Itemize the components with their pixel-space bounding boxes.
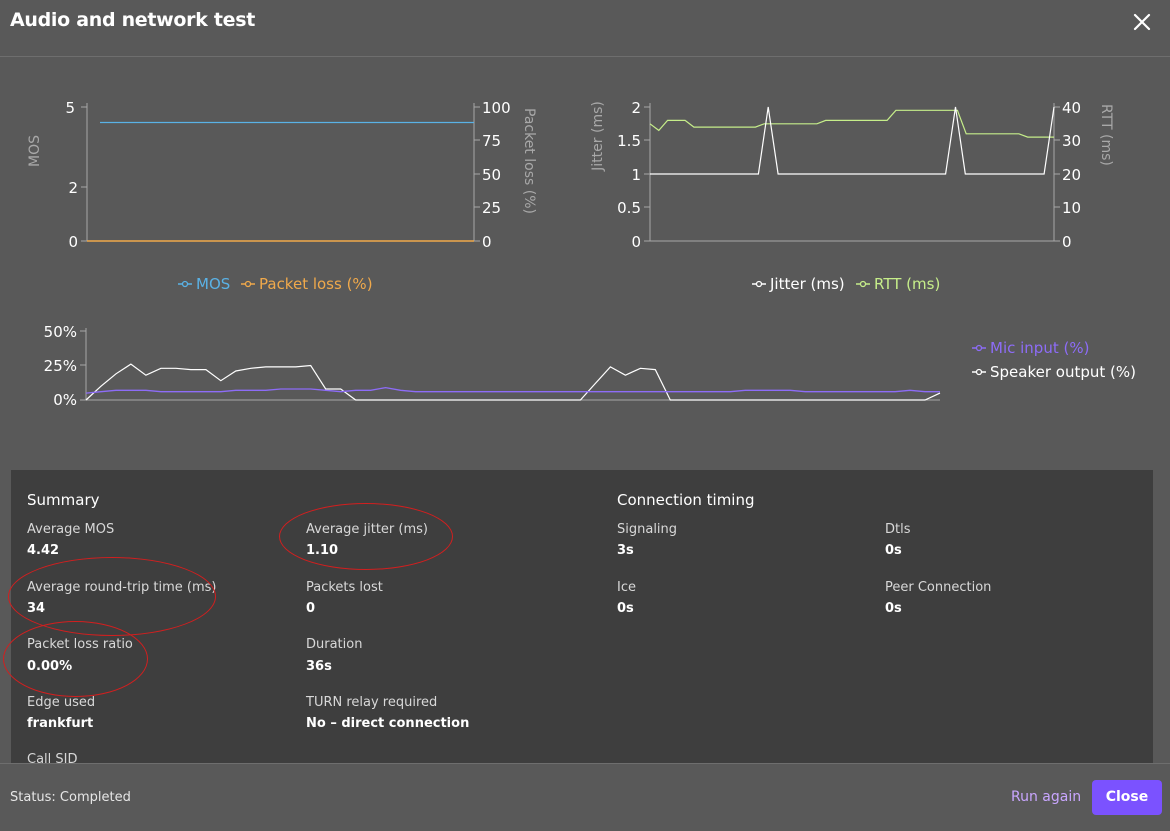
packet-loss-tick-label: 0 (482, 233, 492, 251)
ice-value: 0s (617, 601, 634, 616)
run-again-button[interactable]: Run again (1011, 789, 1081, 805)
duration-label: Duration (306, 637, 363, 652)
rtt-series-line (649, 109, 1054, 138)
annotation-ellipse-loss (3, 621, 148, 697)
avg-mos-value: 4.42 (27, 543, 60, 558)
audio-y-ticks: 50% 25% 0% (44, 323, 86, 409)
mos-chart: 5 2 0 100 75 50 25 0 MOS Packet loss (%)… (27, 99, 537, 293)
audio-tick-label: 25% (44, 357, 77, 375)
speaker-series-line (85, 363, 941, 401)
annotation-ellipse-rtt (8, 557, 216, 636)
avg-mos-label: Average MOS (27, 522, 115, 537)
duration-value: 36s (306, 659, 332, 674)
legend-jitter[interactable]: Jitter (ms) (769, 275, 845, 293)
rtt-axis-label: RTT (ms) (1098, 104, 1114, 166)
audio-tick-label: 0% (53, 391, 77, 409)
rtt-tick-label: 20 (1062, 166, 1081, 184)
packet-loss-tick-label: 100 (482, 99, 511, 117)
packet-loss-y-ticks: 100 75 50 25 0 (474, 99, 511, 251)
connection-timing-title: Connection timing (617, 491, 755, 509)
status-text: Status: Completed (10, 790, 131, 805)
mos-tick-label: 2 (68, 179, 78, 197)
audio-level-chart: 50% 25% 0% Mic input (%) Speaker output … (44, 323, 1136, 409)
mos-axis-label: MOS (27, 135, 43, 167)
packet-loss-tick-label: 50 (482, 166, 501, 184)
jitter-rtt-chart-legend[interactable]: Jitter (ms) RTT (ms) (752, 275, 940, 293)
charts-area: 5 2 0 100 75 50 25 0 MOS Packet loss (%)… (27, 99, 1136, 409)
audio-tick-label: 50% (44, 323, 77, 341)
turn-relay-label: TURN relay required (306, 695, 438, 710)
edge-used-label: Edge used (27, 695, 96, 710)
ice-label: Ice (617, 580, 636, 595)
footer-divider (0, 763, 1170, 764)
peer-connection-value: 0s (885, 601, 902, 616)
signaling-label: Signaling (617, 522, 678, 537)
jitter-tick-label: 2 (631, 99, 641, 117)
legend-rtt[interactable]: RTT (ms) (874, 275, 940, 293)
dtls-value: 0s (885, 543, 902, 558)
jitter-tick-label: 0.5 (617, 199, 641, 217)
packet-loss-tick-label: 75 (482, 132, 501, 150)
legend-speaker[interactable]: Speaker output (%) (990, 363, 1136, 381)
jitter-series-line (650, 106, 1055, 175)
edge-used-value: frankfurt (27, 716, 94, 731)
jitter-tick-label: 1.5 (617, 132, 641, 150)
summary-title: Summary (27, 491, 100, 509)
jitter-tick-label: 1 (631, 166, 641, 184)
mos-y-ticks: 5 2 0 (65, 99, 87, 251)
rtt-tick-label: 0 (1062, 233, 1072, 251)
close-button[interactable]: Close (1092, 780, 1162, 815)
dtls-label: Dtls (885, 522, 911, 537)
mos-tick-label: 0 (68, 233, 78, 251)
rtt-tick-label: 10 (1062, 199, 1081, 217)
rtt-y-ticks: 40 30 20 10 0 (1054, 99, 1081, 251)
packet-loss-axis-label: Packet loss (%) (521, 108, 537, 214)
call-sid-label: Call SID (27, 752, 78, 763)
legend-packet-loss[interactable]: Packet loss (%) (259, 275, 373, 293)
jitter-y-ticks: 2 1.5 1 0.5 0 (617, 99, 650, 251)
peer-connection-label: Peer Connection (885, 580, 992, 595)
packets-lost-label: Packets lost (306, 580, 383, 595)
rtt-tick-label: 30 (1062, 132, 1081, 150)
annotation-ellipse-jitter (279, 503, 453, 570)
jitter-rtt-chart: 2 1.5 1 0.5 0 40 30 20 10 0 Jitter (ms) … (590, 99, 1114, 293)
mos-chart-legend[interactable]: MOS Packet loss (%) (178, 275, 373, 293)
mic-series-line (85, 386, 940, 394)
signaling-value: 3s (617, 543, 634, 558)
turn-relay-value: No – direct connection (306, 716, 470, 731)
audio-chart-legend[interactable]: Mic input (%) Speaker output (%) (972, 339, 1136, 381)
jitter-axis-label: Jitter (ms) (590, 101, 606, 172)
legend-mic[interactable]: Mic input (%) (990, 339, 1089, 357)
jitter-tick-label: 0 (631, 233, 641, 251)
mos-tick-label: 5 (65, 99, 75, 117)
legend-mos[interactable]: MOS (196, 275, 230, 293)
packet-loss-tick-label: 25 (482, 199, 501, 217)
packets-lost-value: 0 (306, 601, 316, 616)
rtt-tick-label: 40 (1062, 99, 1081, 117)
